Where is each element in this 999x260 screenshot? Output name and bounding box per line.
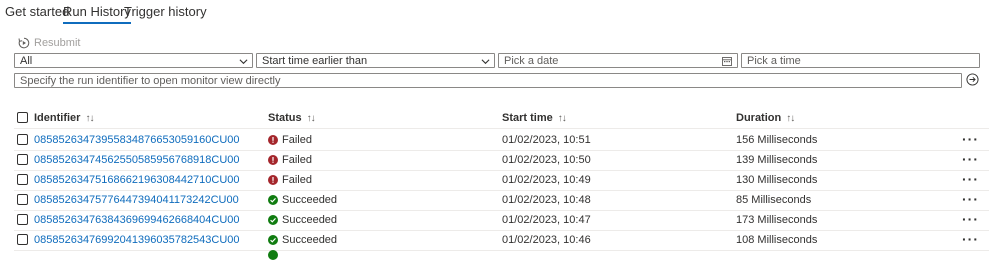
start-time-cell: 01/02/2023, 10:50 bbox=[502, 154, 591, 166]
sort-icon: ↑↓ bbox=[786, 112, 795, 124]
more-options-icon[interactable]: ··· bbox=[962, 131, 979, 147]
table-row[interactable]: 08585263473955834876653059160CU00 Failed… bbox=[14, 130, 989, 151]
tab-run-history[interactable]: Run History bbox=[63, 4, 131, 24]
status-text: Succeeded bbox=[282, 214, 338, 226]
column-label: Identifier bbox=[34, 112, 81, 124]
sort-icon: ↑↓ bbox=[85, 112, 94, 124]
table-row[interactable]: 08585263476992041396035782543CU00 Succee… bbox=[14, 230, 989, 251]
error-circle-icon bbox=[268, 155, 278, 165]
check-circle-icon bbox=[268, 235, 278, 245]
sort-icon: ↑↓ bbox=[557, 112, 567, 124]
check-circle-icon bbox=[268, 195, 278, 205]
more-options-icon[interactable]: ··· bbox=[962, 191, 979, 207]
row-checkbox[interactable] bbox=[17, 134, 28, 145]
run-id-input[interactable]: Specify the run identifier to open monit… bbox=[14, 73, 962, 88]
status-text: Failed bbox=[282, 134, 312, 146]
chevron-down-icon bbox=[239, 59, 248, 65]
status-cell: Succeeded bbox=[268, 214, 337, 226]
run-id-link[interactable]: 08585263476992041396035782543CU00 bbox=[34, 234, 240, 246]
column-header-duration[interactable]: Duration ↑↓ bbox=[736, 112, 795, 124]
duration-cell: 139 Milliseconds bbox=[736, 154, 818, 166]
column-header-start-time[interactable]: Start time ↑↓ bbox=[502, 112, 567, 124]
status-text: Succeeded bbox=[282, 194, 338, 206]
resubmit-button[interactable]: Resubmit bbox=[18, 36, 80, 50]
status-filter-value: All bbox=[20, 55, 33, 67]
start-time-cell: 01/02/2023, 10:46 bbox=[502, 234, 591, 246]
column-label: Status bbox=[268, 112, 302, 124]
table-row[interactable]: 08585263475776447394041173242CU00 Succee… bbox=[14, 190, 989, 211]
time-picker-placeholder: Pick a time bbox=[747, 55, 801, 67]
table-row[interactable]: 08585263474562550585956768918CU00 Failed… bbox=[14, 150, 989, 171]
run-id-link[interactable]: 08585263474562550585956768918CU00 bbox=[34, 154, 240, 166]
status-text: Failed bbox=[282, 174, 312, 186]
row-checkbox[interactable] bbox=[17, 154, 28, 165]
error-circle-icon bbox=[268, 175, 278, 185]
status-cell: Succeeded bbox=[268, 194, 337, 206]
more-options-icon[interactable]: ··· bbox=[962, 151, 979, 167]
check-circle-icon bbox=[268, 215, 278, 225]
column-header-status[interactable]: Status ↑↓ bbox=[268, 112, 316, 124]
error-circle-icon bbox=[268, 135, 278, 145]
column-header-identifier[interactable]: Identifier ↑↓ bbox=[34, 112, 94, 124]
resubmit-label: Resubmit bbox=[34, 37, 81, 49]
start-time-cell: 01/02/2023, 10:49 bbox=[502, 174, 591, 186]
time-picker[interactable]: Pick a time bbox=[741, 53, 980, 68]
column-label: Duration bbox=[736, 112, 782, 124]
status-cell: Failed bbox=[268, 134, 312, 146]
start-time-cell: 01/02/2023, 10:48 bbox=[502, 194, 591, 206]
row-checkbox[interactable] bbox=[17, 174, 28, 185]
run-id-link[interactable]: 08585263476384369699462668404CU00 bbox=[34, 214, 240, 226]
tab-get-started[interactable]: Get started bbox=[5, 4, 69, 19]
table-row[interactable]: 08585263475168662196308442710CU00 Failed… bbox=[14, 170, 989, 191]
date-picker[interactable]: Pick a date bbox=[498, 53, 738, 68]
more-options-icon[interactable]: ··· bbox=[962, 211, 979, 227]
date-picker-placeholder: Pick a date bbox=[504, 55, 559, 67]
more-options-icon[interactable]: ··· bbox=[962, 231, 979, 247]
status-cell: Failed bbox=[268, 154, 312, 166]
time-filter-dropdown[interactable]: Start time earlier than bbox=[256, 53, 495, 68]
arrow-right-circle-icon[interactable] bbox=[966, 73, 979, 86]
chevron-down-icon bbox=[481, 59, 490, 65]
table-header: Identifier ↑↓ Status ↑↓ Start time ↑↓ Du… bbox=[14, 110, 989, 129]
more-options-icon[interactable]: ··· bbox=[962, 171, 979, 187]
status-filter-dropdown[interactable]: All bbox=[14, 53, 253, 68]
duration-cell: 85 Milliseconds bbox=[736, 194, 812, 206]
run-id-link[interactable]: 08585263475168662196308442710CU00 bbox=[34, 174, 240, 186]
status-text: Failed bbox=[282, 154, 312, 166]
duration-cell: 156 Milliseconds bbox=[736, 134, 818, 146]
check-circle-icon bbox=[268, 250, 278, 260]
run-id-link[interactable]: 08585263473955834876653059160CU00 bbox=[34, 134, 240, 146]
row-checkbox[interactable] bbox=[17, 194, 28, 205]
status-text: Succeeded bbox=[282, 234, 338, 246]
duration-cell: 173 Milliseconds bbox=[736, 214, 818, 226]
column-label: Start time bbox=[502, 112, 553, 124]
status-cell: Succeeded bbox=[268, 234, 337, 246]
row-checkbox[interactable] bbox=[17, 234, 28, 245]
duration-cell: 108 Milliseconds bbox=[736, 234, 818, 246]
status-cell: Failed bbox=[268, 174, 312, 186]
row-checkbox[interactable] bbox=[17, 214, 28, 225]
run-id-link[interactable]: 08585263475776447394041173242CU00 bbox=[34, 194, 239, 206]
time-filter-value: Start time earlier than bbox=[262, 55, 368, 67]
tab-bar: Get started Run History Trigger history bbox=[0, 0, 999, 24]
duration-cell: 130 Milliseconds bbox=[736, 174, 818, 186]
run-id-placeholder: Specify the run identifier to open monit… bbox=[20, 75, 281, 87]
sort-icon: ↑↓ bbox=[306, 112, 316, 124]
start-time-cell: 01/02/2023, 10:51 bbox=[502, 134, 591, 146]
start-time-cell: 01/02/2023, 10:47 bbox=[502, 214, 591, 226]
table-row[interactable]: 08585263476384369699462668404CU00 Succee… bbox=[14, 210, 989, 231]
select-all-checkbox[interactable] bbox=[17, 112, 28, 123]
tab-trigger-history[interactable]: Trigger history bbox=[124, 4, 207, 19]
calendar-icon bbox=[722, 57, 732, 66]
resubmit-icon bbox=[18, 37, 30, 49]
